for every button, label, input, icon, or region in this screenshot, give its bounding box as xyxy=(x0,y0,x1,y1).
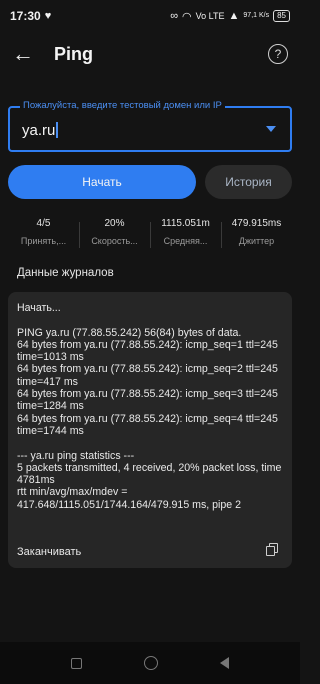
stat-received: 4/5 Принять,... xyxy=(8,218,79,254)
infinity-icon: ∞ xyxy=(170,10,179,22)
log-card: Начать... PING ya.ru (77.88.55.242) 56(8… xyxy=(8,292,292,568)
dropdown-arrow-icon[interactable] xyxy=(266,126,276,132)
stat-value: 1115.051m xyxy=(161,218,210,229)
start-button[interactable]: Начать xyxy=(8,165,196,199)
status-time: 17:30 xyxy=(10,9,41,23)
text-cursor xyxy=(56,122,58,138)
status-indicators: ∞ ◠ Vo LTE ▲ 97,1 K/s 85 xyxy=(170,10,290,23)
signal-icon: ▲ xyxy=(228,10,240,22)
history-button[interactable]: История xyxy=(205,165,292,199)
log-text: Начать... PING ya.ru (77.88.55.242) 56(8… xyxy=(17,302,282,511)
stat-label: Принять,... xyxy=(20,236,67,246)
home-icon[interactable] xyxy=(144,656,158,670)
back-arrow-icon[interactable]: ← xyxy=(12,41,40,67)
domain-input[interactable]: Пожалуйста, введите тестовый домен или I… xyxy=(8,100,292,152)
stat-value: 4/5 xyxy=(36,218,51,229)
heart-notification-icon: ♥ xyxy=(44,10,52,22)
copy-icon[interactable] xyxy=(266,543,278,556)
status-bar: 17:30 ♥ ∞ ◠ Vo LTE ▲ 97,1 K/s 85 xyxy=(0,0,300,32)
log-section-title: Данные журналов xyxy=(17,267,114,279)
stat-label: Скорость... xyxy=(91,236,138,246)
stat-jitter: 479.915ms Джиттер xyxy=(221,218,292,254)
app-bar: ← Ping ? xyxy=(0,34,300,74)
back-icon[interactable] xyxy=(220,657,229,669)
system-nav-bar xyxy=(0,642,300,684)
domain-input-value[interactable]: ya.ru xyxy=(22,122,55,139)
network-type: Vo LTE xyxy=(195,11,225,21)
stat-label: Джиттер xyxy=(238,236,275,246)
stats-row: 4/5 Принять,... 20% Скорость... 1115.051… xyxy=(8,218,292,254)
wifi-icon: ◠ xyxy=(182,10,192,23)
stat-value: 479.915ms xyxy=(231,218,282,229)
recent-apps-icon[interactable] xyxy=(71,657,82,669)
stat-average: 1115.051m Средняя... xyxy=(150,218,221,254)
stat-label: Средняя... xyxy=(163,236,208,246)
help-icon[interactable]: ? xyxy=(268,44,288,64)
network-speed: 97,1 K/s xyxy=(243,12,270,19)
stat-loss: 20% Скорость... xyxy=(79,218,150,254)
battery-icon: 85 xyxy=(273,10,290,22)
page-title: Ping xyxy=(54,43,93,64)
log-footer-status: Заканчивать xyxy=(17,546,82,558)
stat-value: 20% xyxy=(104,218,125,229)
domain-input-label: Пожалуйста, введите тестовый домен или I… xyxy=(20,100,225,111)
